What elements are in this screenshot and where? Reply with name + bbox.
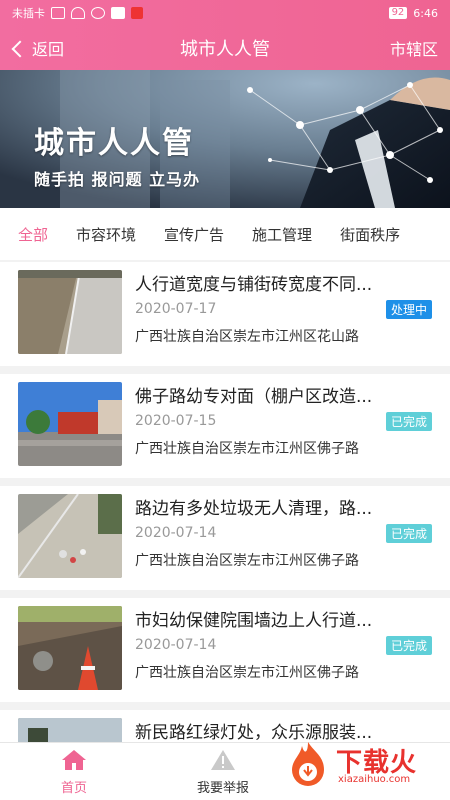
sim-icon [51, 7, 65, 19]
nav-report-label: 我要举报 [196, 781, 249, 796]
wifi-icon [71, 7, 85, 19]
watermark-url: xiazaihuo.com [338, 774, 411, 785]
status-bar: 未插卡 92 6:46 [0, 0, 450, 26]
list-item[interactable]: 人行道宽度与铺街砖宽度不同... 2020-07-17 处理中 广西壮族自治区崇… [0, 262, 450, 366]
report-title: 人行道宽度与铺街砖宽度不同... [135, 275, 373, 295]
watermark-logo: 下载火 xiazaihuo.com [284, 740, 444, 792]
app-screen: 未插卡 92 6:46 返回 城市人人管 市辖区 城市人人管 随手拍 报问题 立… [0, 0, 450, 800]
report-photo [18, 382, 122, 466]
banner-title: 城市人人管 [34, 126, 194, 161]
report-photo [18, 718, 122, 742]
report-title: 新民路红绿灯处，众乐源服装... [135, 723, 373, 742]
back-label: 返回 [32, 40, 65, 59]
status-badge: 已完成 [385, 636, 432, 655]
flame-logo-icon [292, 742, 324, 786]
tab-street-order[interactable]: 街面秩序 [322, 224, 400, 245]
report-date: 2020-07-17 [135, 301, 217, 317]
report-title: 路边有多处垃圾无人清理，路... [135, 499, 373, 519]
tab-city-environment[interactable]: 市容环境 [58, 224, 136, 245]
carrier-label: 未插卡 [12, 7, 45, 20]
report-address: 广西壮族自治区崇左市江州区佛子路 [135, 553, 359, 569]
report-list: 人行道宽度与铺街砖宽度不同... 2020-07-17 处理中 广西壮族自治区崇… [0, 262, 450, 742]
status-badge: 处理中 [385, 300, 432, 319]
report-address: 广西壮族自治区崇左市江州区佛子路 [135, 441, 359, 457]
recording-icon [131, 7, 143, 19]
nfc-icon [91, 7, 105, 19]
list-item[interactable]: 新民路红绿灯处，众乐源服装... [0, 710, 450, 742]
report-title: 市妇幼保健院围墙边上人行道... [135, 611, 373, 631]
back-button[interactable]: 返回 [0, 36, 64, 60]
report-address: 广西壮族自治区崇左市江州区佛子路 [135, 665, 359, 681]
report-photo [18, 270, 122, 354]
category-tabs: 全部 市容环境 宣传广告 施工管理 街面秩序 [0, 208, 450, 260]
clock: 6:46 [413, 6, 438, 20]
district-selector[interactable]: 市辖区 [390, 36, 438, 60]
bottom-nav: 首页 我要举报 下载火 xiazaihuo.com [0, 742, 450, 800]
nav-home[interactable]: 首页 [14, 749, 134, 796]
list-item[interactable]: 路边有多处垃圾无人清理，路... 2020-07-14 已完成 广西壮族自治区崇… [0, 486, 450, 590]
report-date: 2020-07-14 [135, 525, 217, 541]
nav-home-label: 首页 [60, 781, 87, 796]
battery-indicator: 92 [388, 7, 408, 19]
list-item[interactable]: 市妇幼保健院围墙边上人行道... 2020-07-14 已完成 广西壮族自治区崇… [0, 598, 450, 702]
nav-report[interactable]: 我要举报 [163, 749, 283, 796]
hero-banner: 城市人人管 随手拍 报问题 立马办 [0, 70, 450, 208]
page-title: 城市人人管 [180, 39, 270, 60]
tab-advertising[interactable]: 宣传广告 [146, 224, 224, 245]
status-badge: 已完成 [385, 412, 432, 431]
tab-all[interactable]: 全部 [0, 224, 48, 245]
report-address: 广西壮族自治区崇左市江州区花山路 [135, 329, 359, 345]
home-icon [62, 750, 86, 770]
warning-icon [211, 750, 235, 770]
list-item[interactable]: 佛子路幼专对面（棚户区改造... 2020-07-15 已完成 广西壮族自治区崇… [0, 374, 450, 478]
report-photo [18, 494, 122, 578]
chevron-left-icon [11, 40, 29, 57]
report-date: 2020-07-14 [135, 637, 217, 653]
status-badge: 已完成 [385, 524, 432, 543]
report-photo [18, 606, 122, 690]
report-title: 佛子路幼专对面（棚户区改造... [135, 387, 373, 407]
notification-icon [111, 7, 125, 19]
top-nav-bar: 返回 城市人人管 市辖区 [0, 26, 450, 70]
banner-subtitle: 随手拍 报问题 立马办 [34, 170, 201, 189]
tab-construction[interactable]: 施工管理 [234, 224, 312, 245]
report-date: 2020-07-15 [135, 413, 217, 429]
